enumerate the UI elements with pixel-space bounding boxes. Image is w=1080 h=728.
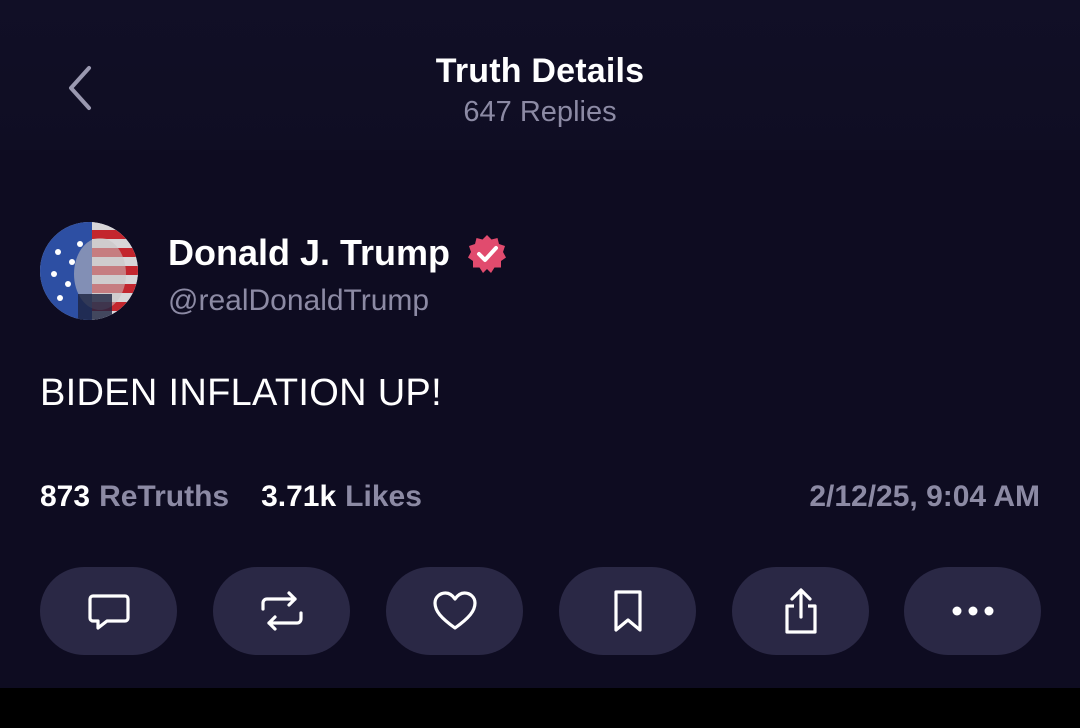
post-detail-screen: Truth Details 647 Replies Donald J. Trum… — [0, 0, 1080, 688]
share-button[interactable] — [732, 567, 869, 655]
retruth-icon — [255, 587, 309, 635]
author-handle[interactable]: @realDonaldTrump — [168, 284, 429, 318]
reply-button[interactable] — [40, 567, 177, 655]
likes-count[interactable]: 3.71k — [261, 480, 336, 514]
likes-label[interactable]: Likes — [345, 480, 422, 514]
share-icon — [779, 586, 823, 636]
more-options-button[interactable] — [904, 567, 1041, 655]
avatar[interactable] — [40, 222, 138, 320]
top-bar: Truth Details 647 Replies — [0, 0, 1080, 150]
heart-icon — [431, 587, 479, 635]
retruths-label[interactable]: ReTruths — [99, 480, 229, 514]
bookmark-button[interactable] — [559, 567, 696, 655]
retruths-count[interactable]: 873 — [40, 480, 90, 514]
post-stats: 873 ReTruths 3.71k Likes — [40, 480, 422, 520]
post-timestamp: 2/12/25, 9:04 AM — [809, 480, 1040, 513]
more-icon — [951, 605, 995, 617]
verified-badge-icon — [466, 233, 508, 275]
action-bar — [40, 567, 1041, 655]
retruth-button[interactable] — [213, 567, 350, 655]
author-name[interactable]: Donald J. Trump — [168, 232, 450, 274]
bookmark-icon — [608, 587, 648, 635]
post-body: BIDEN INFLATION UP! — [40, 372, 442, 414]
page-title: Truth Details — [435, 52, 645, 90]
reply-icon — [85, 587, 133, 635]
like-button[interactable] — [386, 567, 523, 655]
reply-count: 647 Replies — [463, 96, 617, 128]
